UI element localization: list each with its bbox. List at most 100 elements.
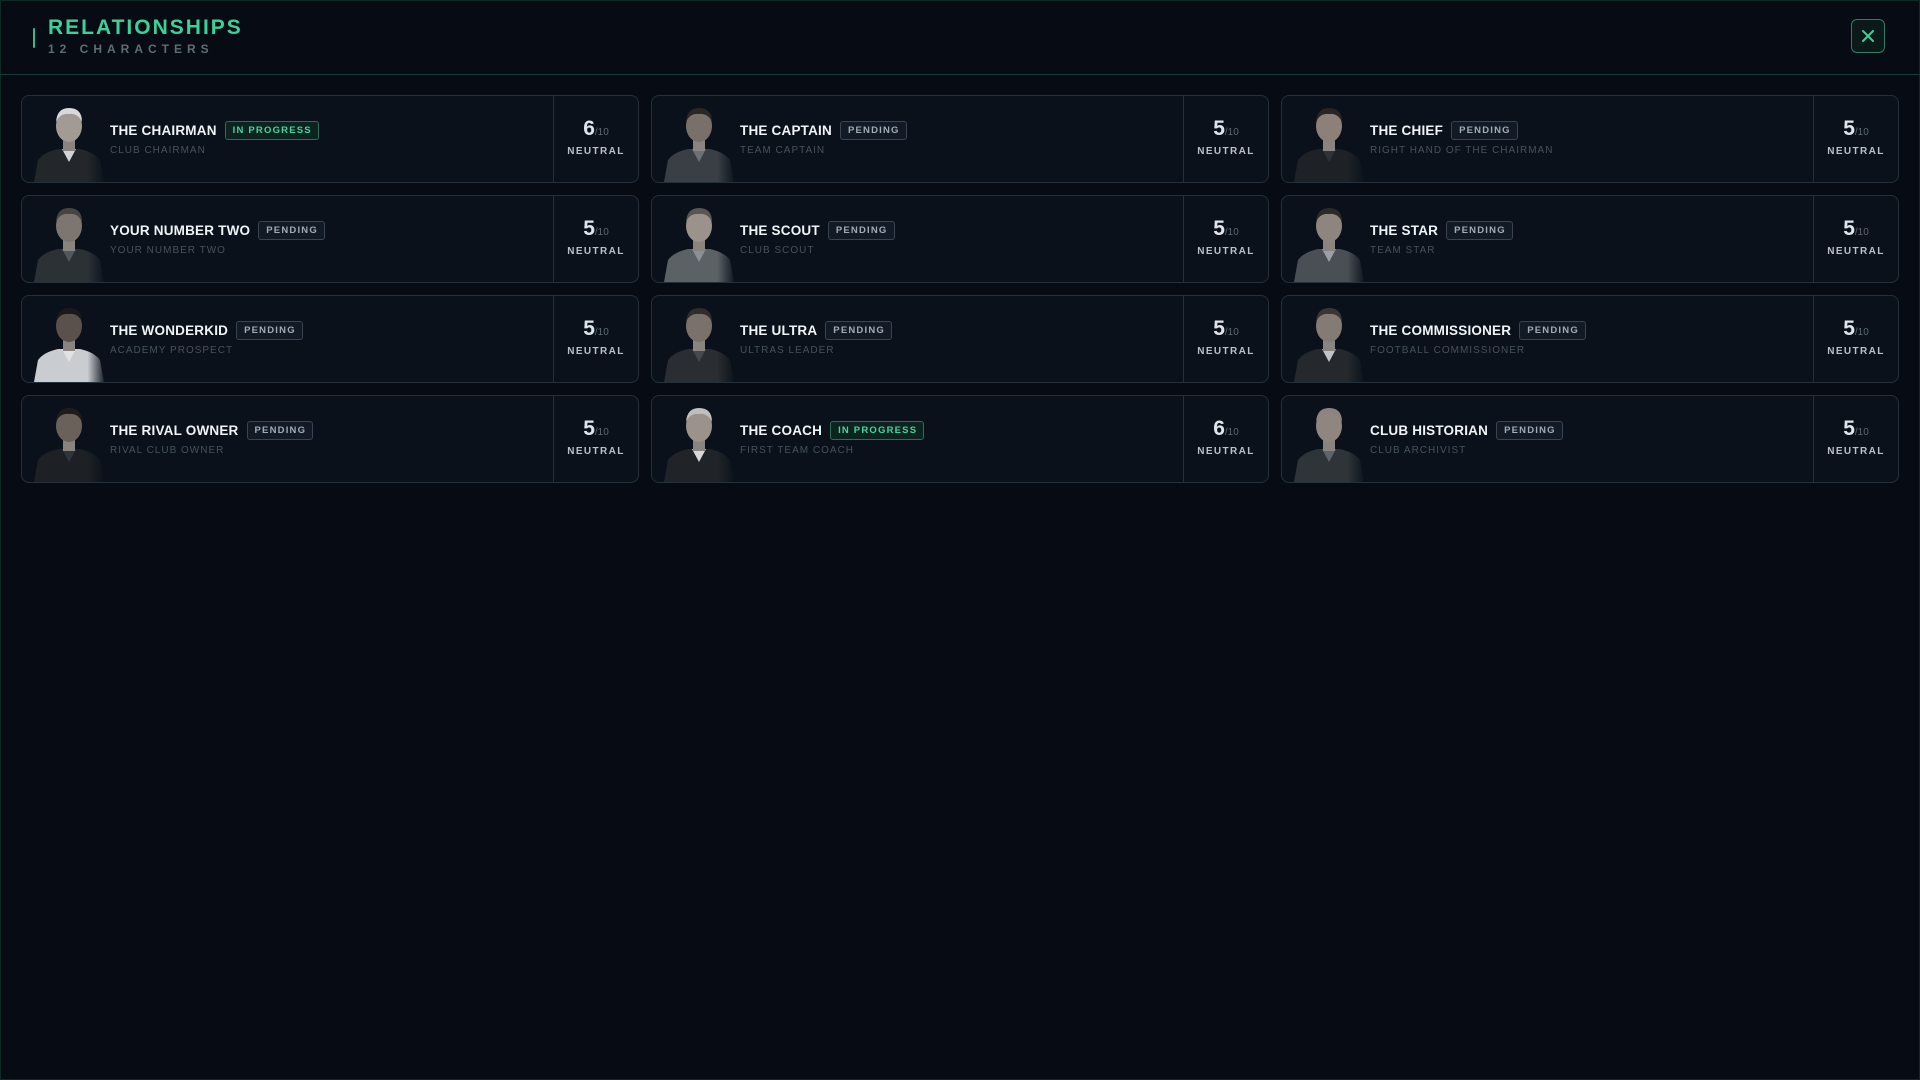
name-row: CLUB HISTORIAN PENDING xyxy=(1370,421,1563,440)
name-row: THE ULTRA PENDING xyxy=(740,321,892,340)
character-role: RIGHT HAND OF THE CHAIRMAN xyxy=(1370,145,1554,156)
relationship-score: 5/10 NEUTRAL xyxy=(553,296,638,382)
name-row: YOUR NUMBER TWO PENDING xyxy=(110,221,325,240)
score-max: /10 xyxy=(1854,227,1869,238)
score-value: 5 xyxy=(1213,317,1225,340)
close-button[interactable] xyxy=(1851,19,1885,53)
character-portrait xyxy=(1292,298,1366,382)
character-card-1[interactable]: THE CHAIRMAN IN PROGRESS CLUB CHAIRMAN 6… xyxy=(21,95,639,183)
relationship-score: 5/10 NEUTRAL xyxy=(1183,96,1268,182)
character-name: THE SCOUT xyxy=(740,223,820,238)
character-card-7[interactable]: THE WONDERKID PENDING ACADEMY PROSPECT 5… xyxy=(21,295,639,383)
score-max: /10 xyxy=(594,227,609,238)
character-name: THE CHAIRMAN xyxy=(110,123,217,138)
score-value: 6 xyxy=(1213,417,1225,440)
character-portrait xyxy=(32,198,106,282)
score-max: /10 xyxy=(1854,427,1869,438)
character-card-3[interactable]: THE CHIEF PENDING RIGHT HAND OF THE CHAI… xyxy=(1281,95,1899,183)
character-role: RIVAL CLUB OWNER xyxy=(110,445,225,456)
character-name: THE COACH xyxy=(740,423,823,438)
relationship-score: 6/10 NEUTRAL xyxy=(1183,396,1268,482)
character-name: YOUR NUMBER TWO xyxy=(110,223,251,238)
character-portrait xyxy=(662,98,736,182)
character-card-2[interactable]: THE CAPTAIN PENDING TEAM CAPTAIN 5/10 NE… xyxy=(651,95,1269,183)
score-max: /10 xyxy=(1224,127,1239,138)
character-card-10[interactable]: THE RIVAL OWNER PENDING RIVAL CLUB OWNER… xyxy=(21,395,639,483)
character-role: TEAM CAPTAIN xyxy=(740,145,826,156)
character-portrait xyxy=(1292,98,1366,182)
character-role: ULTRAS LEADER xyxy=(740,345,835,356)
relationship-status-label: NEUTRAL xyxy=(1827,146,1885,157)
name-row: THE STAR PENDING xyxy=(1370,221,1513,240)
character-name: THE WONDERKID xyxy=(110,323,229,338)
character-name: THE CHIEF xyxy=(1370,123,1444,138)
relationship-status-label: NEUTRAL xyxy=(1827,346,1885,357)
character-role: CLUB ARCHIVIST xyxy=(1370,445,1467,456)
character-card-12[interactable]: CLUB HISTORIAN PENDING CLUB ARCHIVIST 5/… xyxy=(1281,395,1899,483)
character-card-6[interactable]: THE STAR PENDING TEAM STAR 5/10 NEUTRAL xyxy=(1281,195,1899,283)
status-badge: IN PROGRESS xyxy=(830,421,925,440)
score-value: 5 xyxy=(583,417,595,440)
character-card-5[interactable]: THE SCOUT PENDING CLUB SCOUT 5/10 NEUTRA… xyxy=(651,195,1269,283)
score-value: 5 xyxy=(1843,417,1855,440)
character-card-9[interactable]: THE COMMISSIONER PENDING FOOTBALL COMMIS… xyxy=(1281,295,1899,383)
character-card-8[interactable]: THE ULTRA PENDING ULTRAS LEADER 5/10 NEU… xyxy=(651,295,1269,383)
character-name: THE RIVAL OWNER xyxy=(110,423,239,438)
character-name: THE CAPTAIN xyxy=(740,123,832,138)
character-portrait xyxy=(1292,398,1366,482)
character-portrait xyxy=(1292,198,1366,282)
score-max: /10 xyxy=(1224,327,1239,338)
score-max: /10 xyxy=(594,427,609,438)
close-icon xyxy=(1862,30,1874,42)
character-card-11[interactable]: THE COACH IN PROGRESS FIRST TEAM COACH 6… xyxy=(651,395,1269,483)
status-badge: PENDING xyxy=(236,321,303,340)
character-role: TEAM STAR xyxy=(1370,245,1436,256)
relationship-score: 5/10 NEUTRAL xyxy=(1813,396,1898,482)
character-name: CLUB HISTORIAN xyxy=(1370,423,1489,438)
score-max: /10 xyxy=(1854,127,1869,138)
status-badge: IN PROGRESS xyxy=(224,121,319,140)
relationship-score: 5/10 NEUTRAL xyxy=(1813,296,1898,382)
relationship-status-label: NEUTRAL xyxy=(567,146,625,157)
character-portrait xyxy=(662,198,736,282)
character-name: THE STAR xyxy=(1370,223,1439,238)
score-max: /10 xyxy=(594,327,609,338)
relationship-score: 6/10 NEUTRAL xyxy=(553,96,638,182)
relationship-status-label: NEUTRAL xyxy=(1827,246,1885,257)
status-badge: PENDING xyxy=(258,221,325,240)
relationship-status-label: NEUTRAL xyxy=(1197,446,1255,457)
name-row: THE CHAIRMAN IN PROGRESS xyxy=(110,121,319,140)
character-count: 12 CHARACTERS xyxy=(48,42,214,56)
relationship-status-label: NEUTRAL xyxy=(1197,246,1255,257)
name-row: THE CHIEF PENDING xyxy=(1370,121,1518,140)
relationship-status-label: NEUTRAL xyxy=(567,446,625,457)
status-badge: PENDING xyxy=(825,321,892,340)
status-badge: PENDING xyxy=(1451,121,1518,140)
score-value: 6 xyxy=(583,117,595,140)
score-value: 5 xyxy=(583,317,595,340)
score-max: /10 xyxy=(1224,227,1239,238)
score-value: 5 xyxy=(1213,117,1225,140)
character-portrait xyxy=(662,298,736,382)
score-max: /10 xyxy=(594,127,609,138)
score-max: /10 xyxy=(1854,327,1869,338)
page-title: RELATIONSHIPS xyxy=(48,16,243,39)
status-badge: PENDING xyxy=(1496,421,1563,440)
relationship-score: 5/10 NEUTRAL xyxy=(1183,196,1268,282)
relationship-score: 5/10 NEUTRAL xyxy=(1813,96,1898,182)
name-row: THE COACH IN PROGRESS xyxy=(740,421,925,440)
relationship-status-label: NEUTRAL xyxy=(1827,446,1885,457)
status-badge: PENDING xyxy=(827,221,895,240)
character-portrait xyxy=(32,398,106,482)
character-role: CLUB SCOUT xyxy=(740,245,815,256)
score-value: 5 xyxy=(1843,317,1855,340)
character-card-4[interactable]: YOUR NUMBER TWO PENDING YOUR NUMBER TWO … xyxy=(21,195,639,283)
character-name: THE ULTRA xyxy=(740,323,818,338)
character-portrait xyxy=(662,398,736,482)
score-value: 5 xyxy=(1843,217,1855,240)
relationship-status-label: NEUTRAL xyxy=(1197,146,1255,157)
name-row: THE CAPTAIN PENDING xyxy=(740,121,907,140)
relationship-score: 5/10 NEUTRAL xyxy=(553,196,638,282)
header-bar: RELATIONSHIPS 12 CHARACTERS xyxy=(0,0,1920,75)
character-portrait xyxy=(32,98,106,182)
